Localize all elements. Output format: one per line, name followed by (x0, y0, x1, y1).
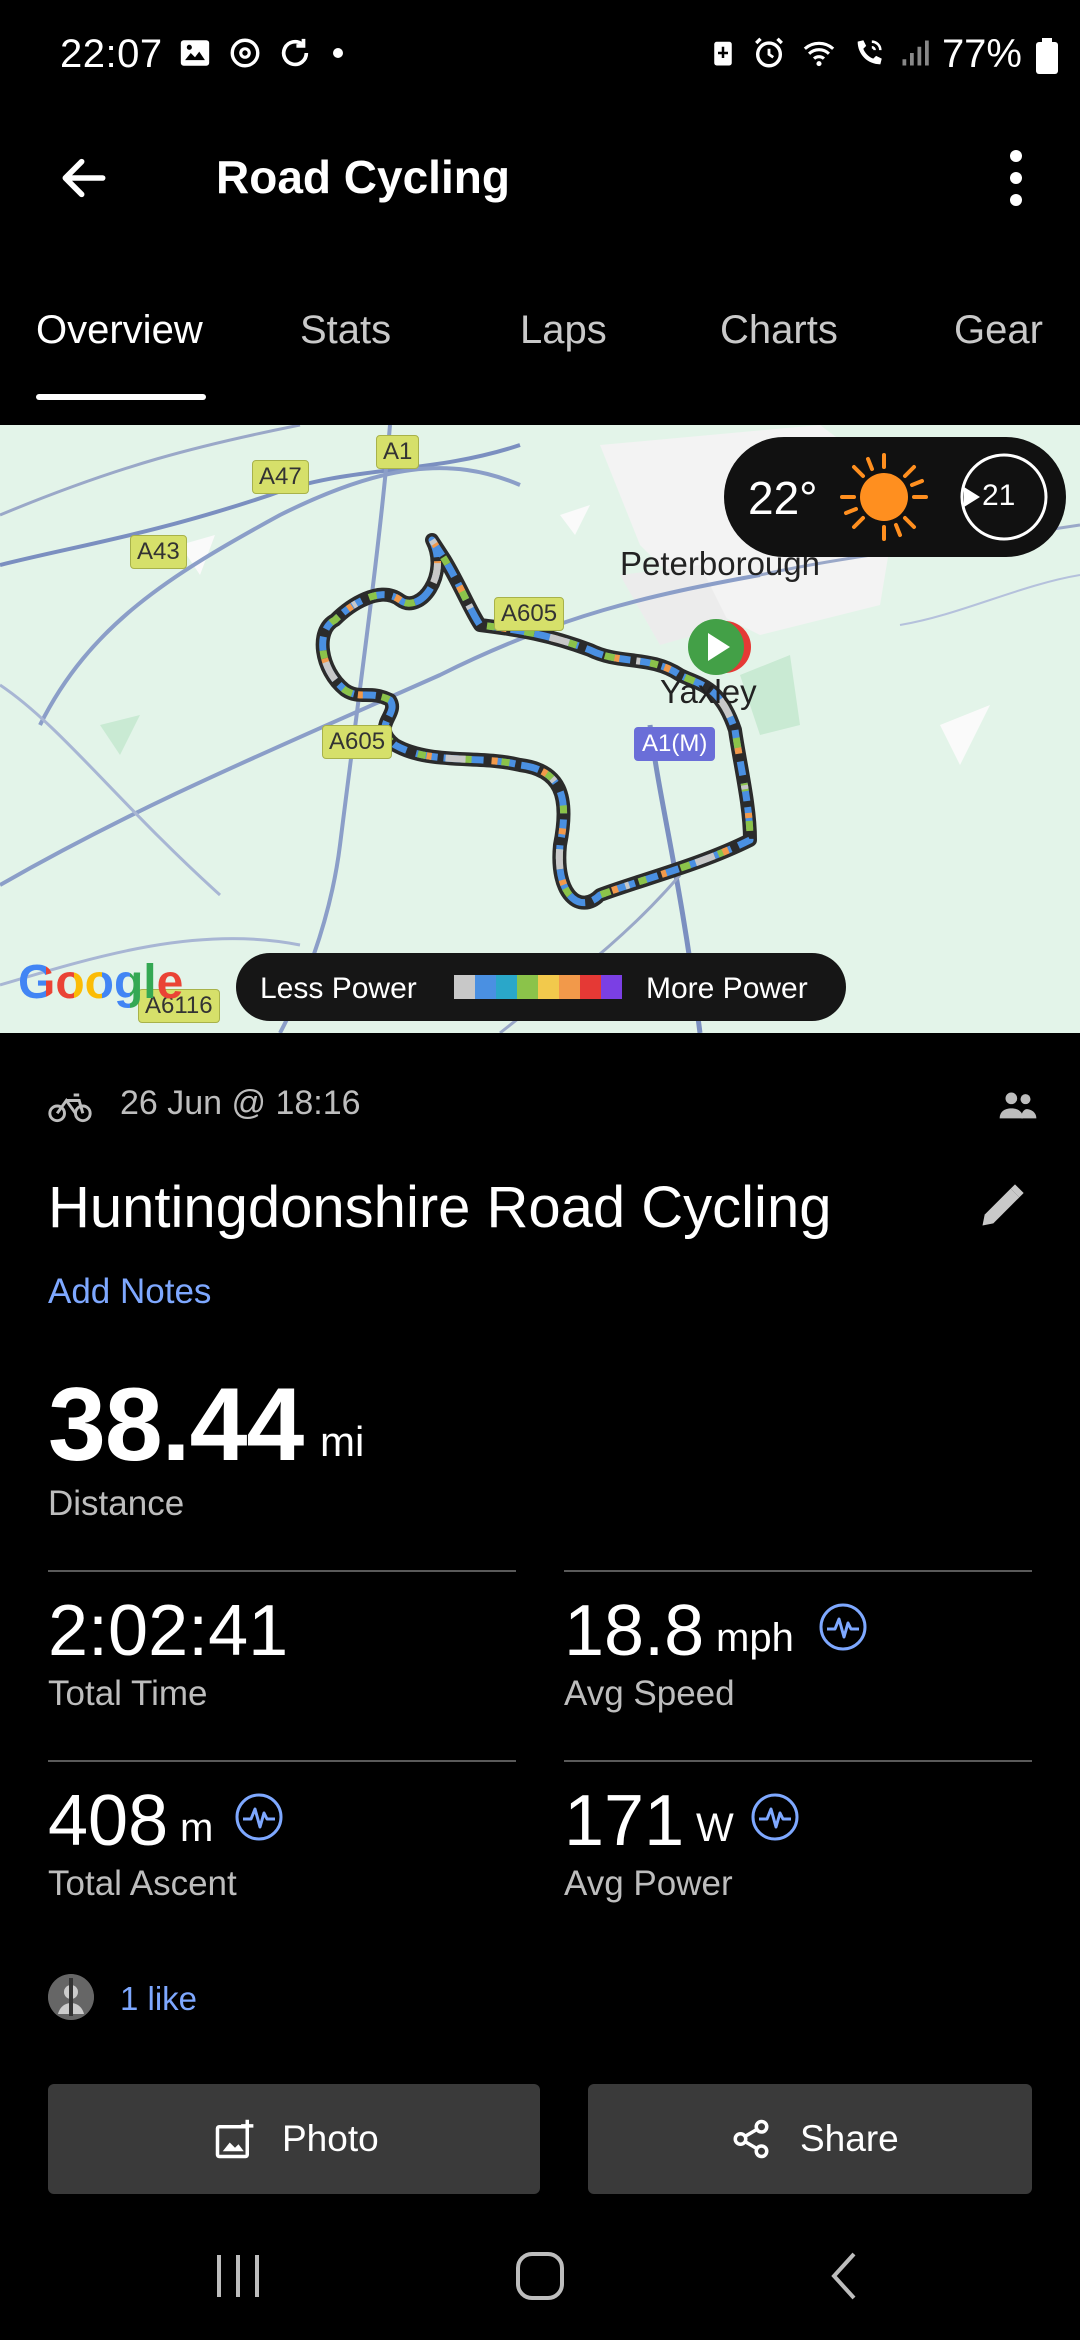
add-photo-button[interactable]: Photo (48, 2084, 540, 2194)
road-label-a605: A605 (494, 597, 565, 631)
legend-swatch (517, 975, 538, 999)
tab-bar: Overview Stats Laps Charts Gear (0, 290, 1080, 400)
weather-badge: 22° 21 (724, 437, 1066, 557)
avg-speed-label: Avg Speed (564, 1674, 735, 1713)
avg-power-unit: W (696, 1806, 734, 1850)
threads-icon (230, 38, 260, 68)
avg-speed-unit: mph (716, 1616, 794, 1660)
avatar (48, 1974, 94, 2020)
legend-more-power: More Power (646, 972, 808, 1005)
back-nav-button[interactable] (804, 2246, 884, 2306)
battery-percentage: 77% (941, 32, 1022, 76)
share-button[interactable]: Share (588, 2084, 1032, 2194)
dot-icon (333, 48, 343, 58)
divider (48, 1570, 516, 1572)
share-label: Share (800, 2118, 899, 2159)
activity-title: Huntingdonshire Road Cycling (48, 1175, 832, 1240)
tab-laps[interactable]: Laps (520, 308, 607, 353)
ascent-chart-icon[interactable] (234, 1792, 284, 1842)
legend-swatch (475, 975, 496, 999)
tab-stats[interactable]: Stats (300, 308, 391, 353)
road-label-a1: A1 (376, 435, 420, 469)
road-label-a43: A43 (130, 535, 187, 569)
place-label-yaxley: Yaxley (660, 673, 757, 710)
people-icon[interactable] (998, 1088, 1038, 1122)
distance-value: 38.44 (48, 1367, 304, 1483)
arrow-left-icon (62, 158, 106, 198)
total-ascent-label: Total Ascent (48, 1864, 237, 1903)
activity-meta: 26 Jun @ 18:16 (48, 1082, 1038, 1132)
edit-pencil-icon[interactable] (976, 1180, 1028, 1232)
total-ascent-unit: m (180, 1806, 214, 1850)
total-time-label: Total Time (48, 1674, 208, 1713)
wifi-calling-icon (857, 40, 882, 65)
add-photo-icon (215, 2119, 254, 2159)
legend-swatch (538, 975, 559, 999)
divider (48, 1760, 516, 1762)
status-bar: 22:07 77% (0, 0, 1080, 112)
share-icon (733, 2119, 769, 2159)
status-right-icons (708, 36, 930, 70)
photo-label: Photo (282, 2118, 379, 2159)
distance-label: Distance (48, 1484, 185, 1523)
likes-count[interactable]: 1 like (120, 1980, 197, 2018)
battery-saver-icon (714, 41, 732, 66)
total-ascent-value: 408 (48, 1781, 169, 1861)
legend-swatch (496, 975, 517, 999)
battery-icon (1036, 38, 1058, 74)
road-label-a47: A47 (252, 460, 309, 494)
total-time-value: 2:02:41 (48, 1591, 289, 1671)
sync-icon (281, 38, 309, 67)
home-button[interactable] (500, 2246, 580, 2306)
road-label-a605-south: A605 (322, 725, 393, 759)
avg-power-label: Avg Power (564, 1864, 733, 1903)
tab-gear[interactable]: Gear (954, 308, 1043, 353)
signal-icon (902, 40, 929, 66)
speed-chart-icon[interactable] (818, 1602, 868, 1652)
add-notes-link[interactable]: Add Notes (48, 1272, 211, 1312)
status-time: 22:07 (60, 32, 163, 76)
road-label-a1m: A1(M) (634, 727, 716, 761)
back-button[interactable] (48, 142, 120, 214)
active-tab-indicator (36, 394, 206, 400)
recent-apps-icon (217, 2255, 259, 2297)
legend-less-power: Less Power (260, 972, 417, 1005)
divider (564, 1760, 1032, 1762)
weather-temperature: 22° (748, 472, 818, 524)
more-vertical-icon (1010, 150, 1022, 206)
google-attribution: Google (18, 956, 184, 1009)
alarm-icon (755, 37, 783, 68)
recent-apps-button[interactable] (198, 2246, 278, 2306)
tab-charts[interactable]: Charts (720, 308, 838, 353)
avg-speed-value: 18.8 (564, 1591, 705, 1671)
legend-swatch (601, 975, 622, 999)
power-legend: Less Power More Power (236, 953, 846, 1021)
system-nav-bar (0, 2210, 1080, 2340)
google-logo: Google (18, 955, 183, 1010)
route-map[interactable]: A1 A47 A43 A605 A605 A1(M) A6116 Peterbo… (0, 425, 1080, 1033)
legend-swatch (580, 975, 601, 999)
avg-power-value: 171 (564, 1781, 685, 1861)
more-options-button[interactable] (988, 142, 1044, 214)
distance-unit: mi (320, 1418, 365, 1465)
legend-color-bar (454, 975, 622, 999)
chevron-left-icon (831, 2252, 856, 2300)
wifi-icon (803, 41, 835, 67)
status-left-icons (178, 36, 348, 70)
sun-icon (840, 453, 928, 541)
home-icon (516, 2252, 564, 2300)
wind-speed: 21 (982, 479, 1016, 512)
gallery-icon (180, 40, 210, 66)
power-chart-icon[interactable] (750, 1792, 800, 1842)
legend-swatch (559, 975, 580, 999)
app-bar: Road Cycling (0, 112, 1080, 236)
tab-overview[interactable]: Overview (36, 308, 203, 353)
legend-swatch (454, 975, 475, 999)
bicycle-icon (48, 1093, 92, 1123)
divider (564, 1570, 1032, 1572)
activity-date: 26 Jun @ 18:16 (120, 1084, 361, 1122)
page-title: Road Cycling (216, 151, 510, 203)
